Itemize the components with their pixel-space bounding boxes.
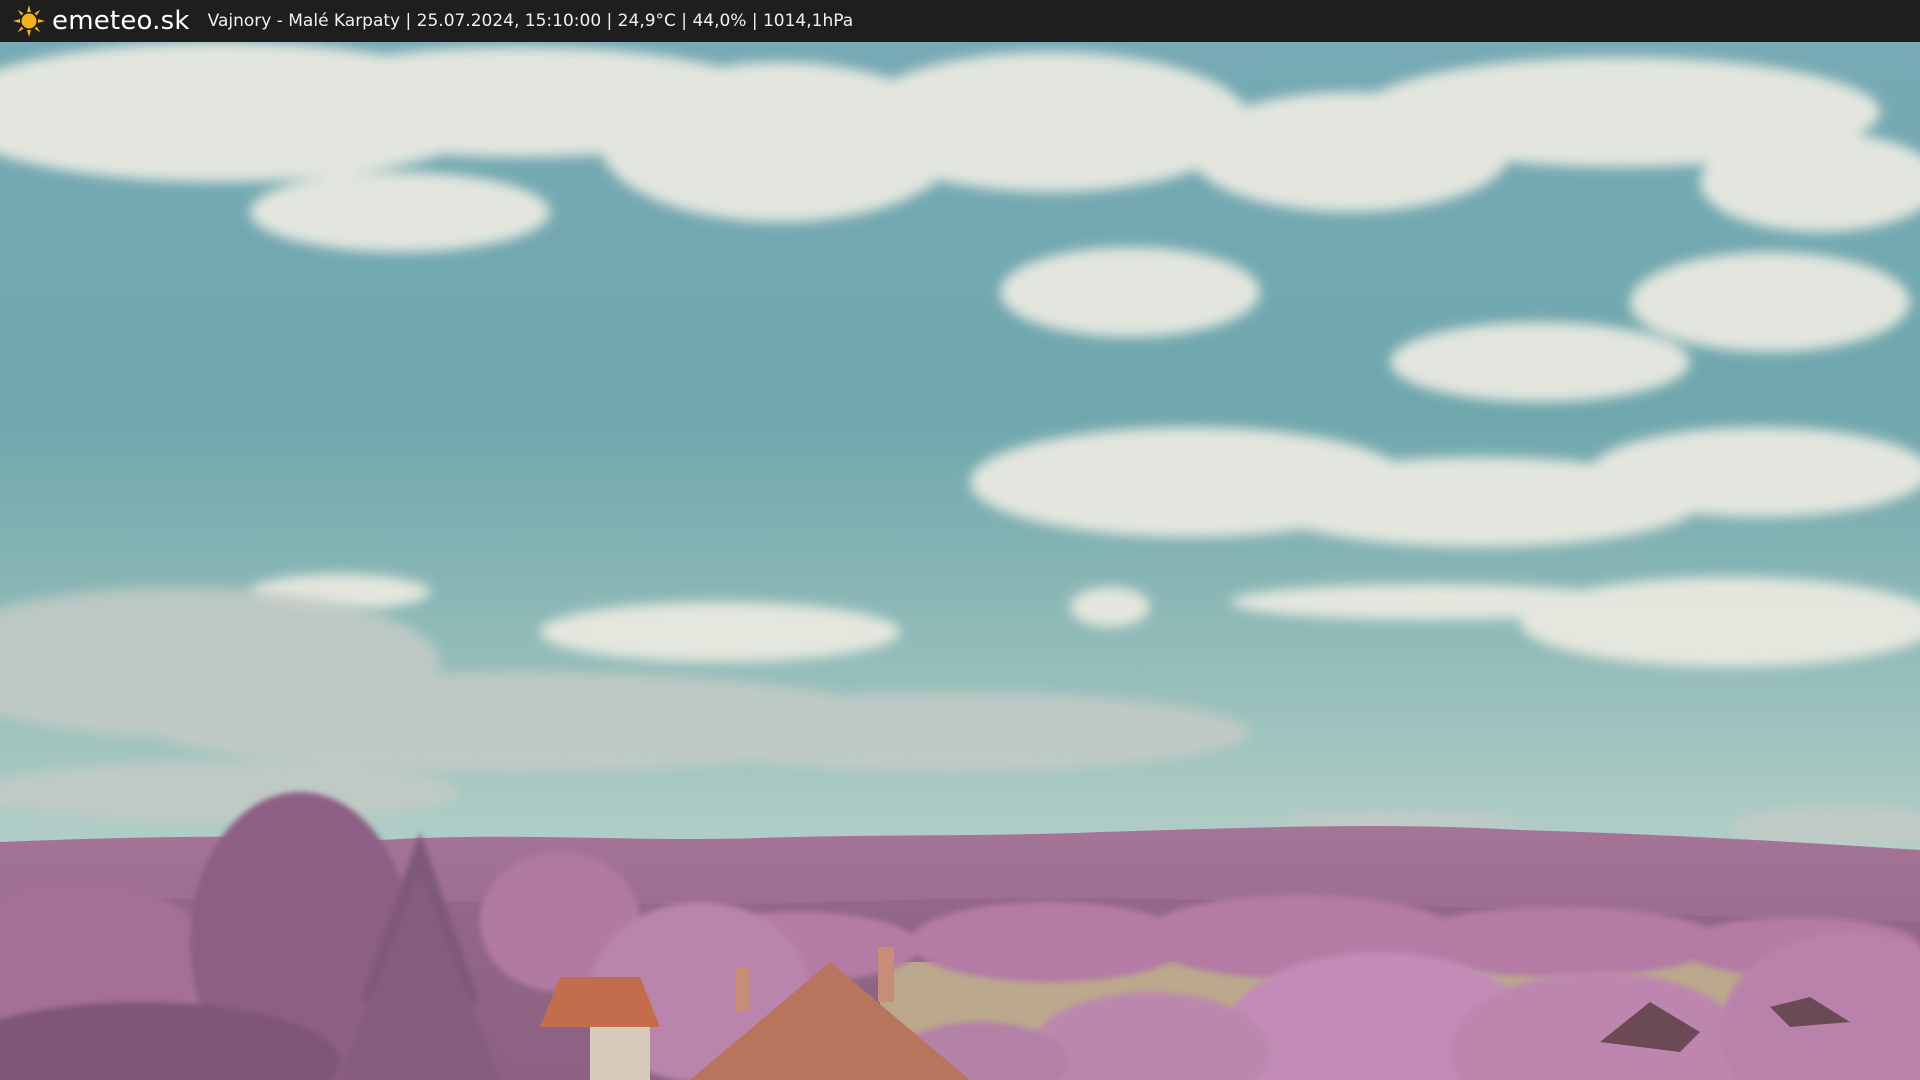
webcam-caption: Vajnory - Malé Karpaty | 25.07.2024, 15:… [207,11,854,31]
webcam-image [0,42,1920,1080]
top-bar: emeteo.sk Vajnory - Malé Karpaty | 25.07… [0,0,1920,42]
site-name: emeteo.sk [52,6,190,36]
sun-icon [13,5,45,37]
site-logo[interactable]: emeteo.sk [12,4,190,38]
webcam-scene [0,42,1920,1080]
